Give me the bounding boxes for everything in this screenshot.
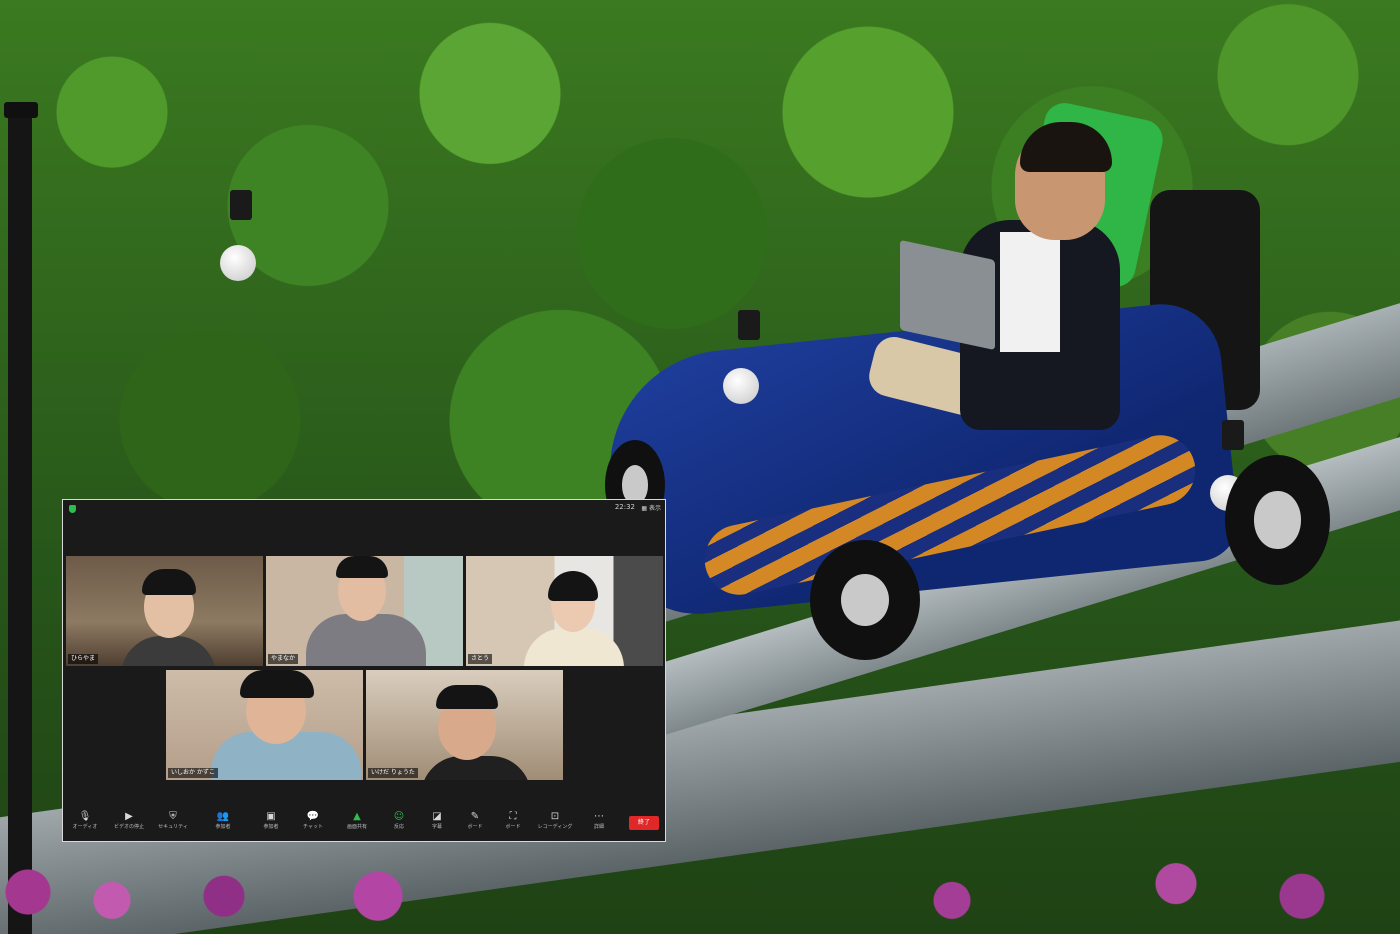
video-camera-icon: ▶ <box>125 811 133 822</box>
record-icon: ⊡ <box>550 811 560 822</box>
meeting-clock: 22:32 <box>614 503 635 511</box>
participant-name: やまなか <box>268 654 299 664</box>
hanging-lamp-base <box>230 190 252 220</box>
apps-button[interactable]: ⛶ ボード <box>491 811 535 832</box>
share-screen-button[interactable]: ▲ 画面共有 <box>335 811 379 832</box>
kart-front-wheel <box>810 540 920 660</box>
participant-name: ひらやま <box>68 654 99 664</box>
participants-panel-button[interactable]: ▣ 参加者 <box>249 811 293 832</box>
stop-video-button[interactable]: ▶ ビデオの停止 <box>107 811 151 832</box>
end-meeting-button[interactable]: 終了 <box>629 816 659 830</box>
kart-light-bulb <box>723 368 759 404</box>
lamp-pole-cap <box>4 102 38 118</box>
more-icon: ⋯ <box>594 811 604 822</box>
chat-icon: 💬 <box>306 811 320 822</box>
audio-button[interactable]: 🎙 オーディオ <box>63 811 107 832</box>
video-meeting-window: 22:32 表示 ひらやま やまなか さとう いしおか かずこ いけだ りょ <box>62 499 666 842</box>
security-button[interactable]: ⛨ セキュリティ <box>151 811 195 832</box>
participant-hair <box>240 670 314 698</box>
participant-name: さとう <box>468 654 493 664</box>
view-button[interactable]: 表示 <box>641 503 661 512</box>
participant-name: いしおか かずこ <box>168 768 218 778</box>
kart-rear-lamp-base <box>1222 420 1244 450</box>
share-screen-icon: ▲ <box>353 811 361 822</box>
participant-hair <box>336 556 388 578</box>
recording-button[interactable]: ⊡ レコーディング <box>533 811 577 832</box>
participant-tile[interactable]: さとう <box>466 556 663 666</box>
participant-tile[interactable]: いしおか かずこ <box>166 670 363 780</box>
meeting-toolbar: 🎙 オーディオ ▶ ビデオの停止 ⛨ セキュリティ 👥 参加者 ▣ 参加者 💬 … <box>63 805 665 841</box>
microphone-icon: 🎙 <box>78 811 92 822</box>
participant-name: いけだ りょうた <box>368 768 418 778</box>
shield-icon: ⛨ <box>169 811 177 822</box>
rider-shirt <box>1000 232 1060 352</box>
participant-body <box>306 614 426 666</box>
purple-flowers <box>0 850 1400 934</box>
participant-hair <box>142 569 196 595</box>
kart-lamp-base <box>738 310 760 340</box>
more-button[interactable]: ⋯ 詳細 <box>577 811 621 832</box>
participant-tile[interactable]: ひらやま <box>66 556 263 666</box>
lamp-pole <box>8 105 32 934</box>
chat-button[interactable]: 💬 チャット <box>291 811 335 832</box>
encryption-shield-icon <box>69 505 76 513</box>
participants-button[interactable]: 👥 参加者 <box>201 811 245 832</box>
participants-icon: 👥 <box>216 811 230 822</box>
participant-hair <box>436 685 498 709</box>
apps-icon: ⛶ <box>509 811 517 822</box>
participant-tile[interactable]: いけだ りょうた <box>366 670 563 780</box>
participant-tile[interactable]: やまなか <box>266 556 463 666</box>
hanging-light-bulb <box>220 245 256 281</box>
meeting-top-bar: 22:32 表示 <box>63 500 665 518</box>
kart-rear-wheel <box>1225 455 1330 585</box>
chat-bubble-icon: ▣ <box>266 811 276 822</box>
